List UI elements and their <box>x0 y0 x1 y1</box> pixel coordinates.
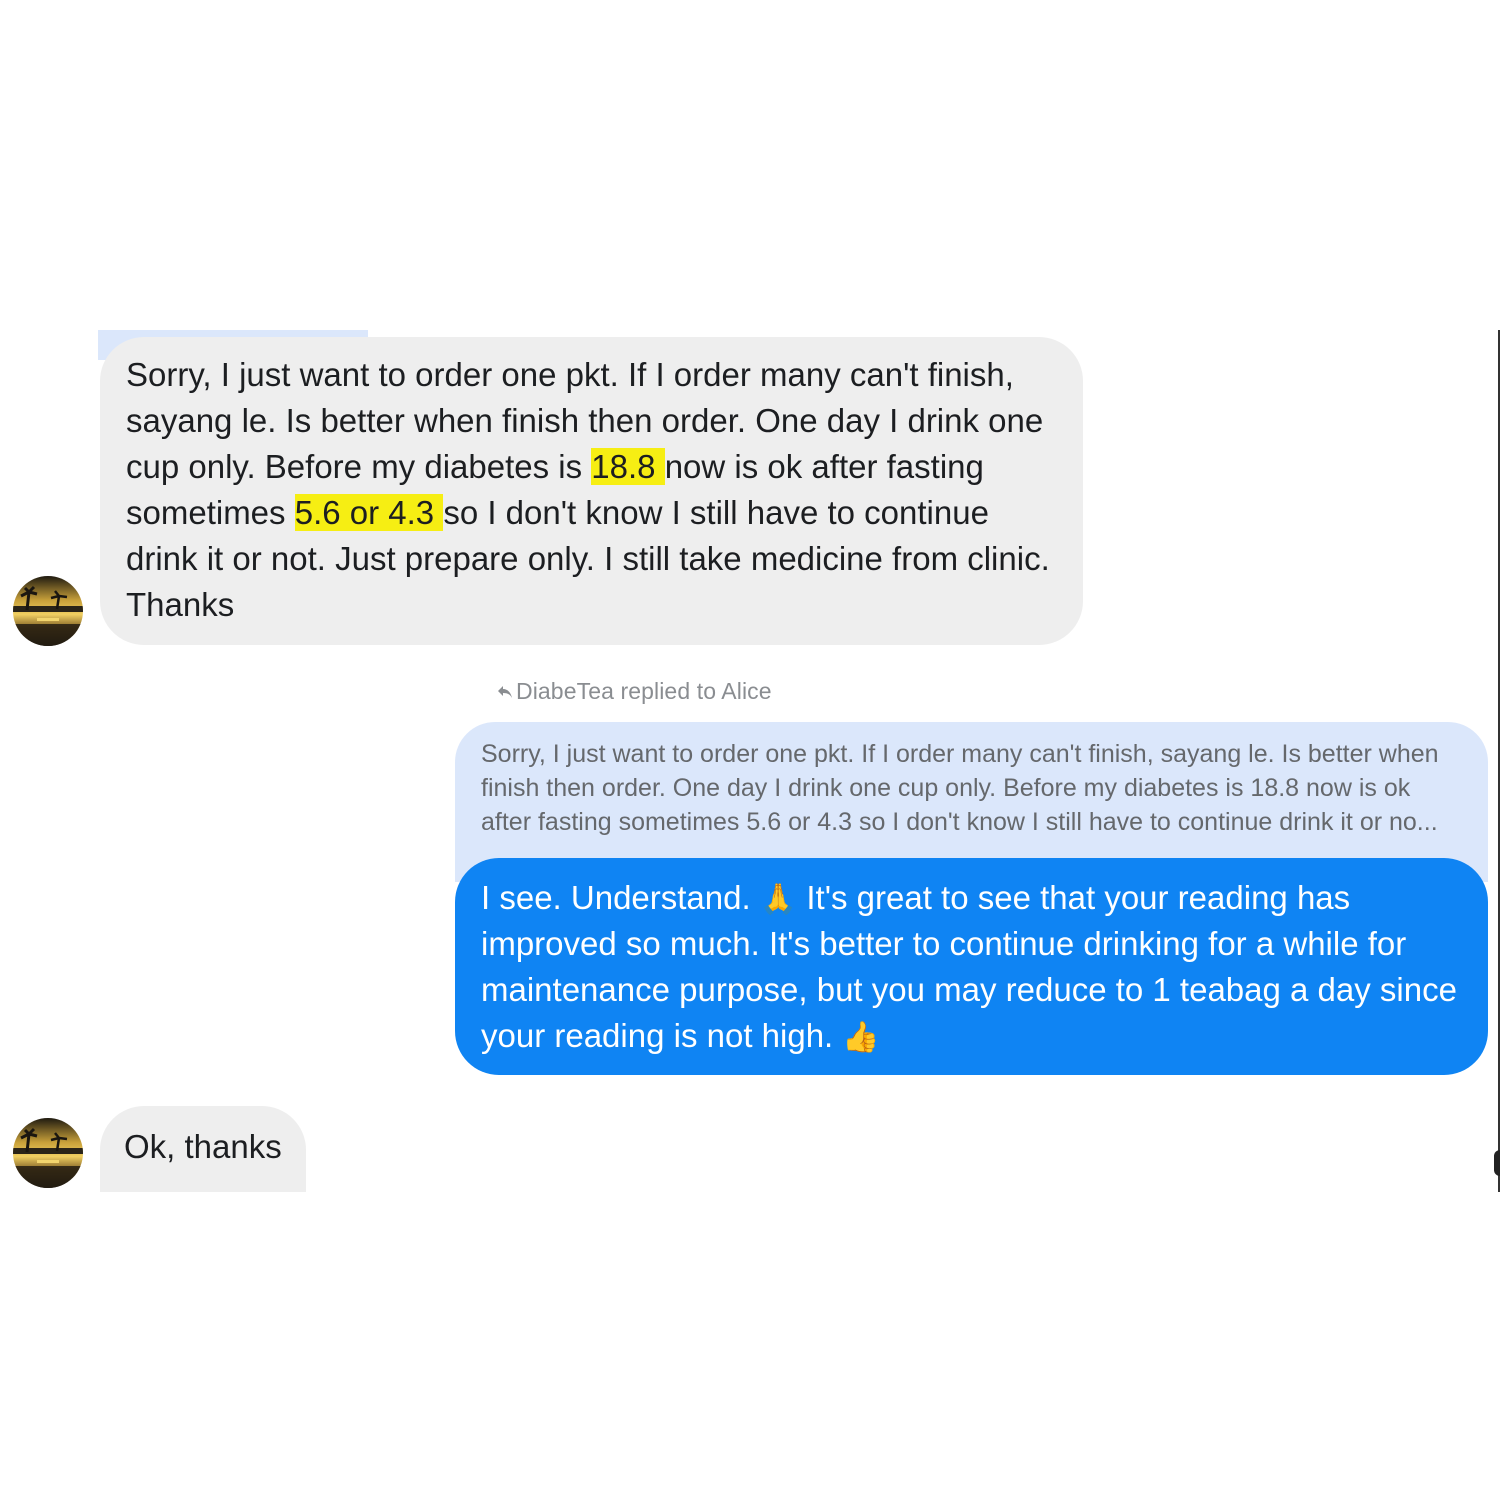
avatar[interactable] <box>13 1118 83 1188</box>
folded-hands-icon: 🙏 <box>759 882 798 917</box>
highlighted-reading-fasting: 5.6 or 4.3 <box>294 494 444 531</box>
message-text: Ok, thanks <box>124 1128 282 1165</box>
avatar[interactable] <box>13 576 83 646</box>
incoming-message-bubble[interactable]: Sorry, I just want to order one pkt. If … <box>100 337 1083 645</box>
reply-indicator: DiabeTea replied to Alice <box>497 678 772 705</box>
sunset-palm-avatar-icon <box>13 1118 83 1188</box>
highlighted-reading-18-8: 18.8 <box>591 448 665 485</box>
outgoing-message-bubble[interactable]: I see. Understand. 🙏 It's great to see t… <box>455 858 1488 1075</box>
scroll-handle[interactable] <box>1494 1150 1500 1176</box>
reply-label-text: DiabeTea replied to Alice <box>516 678 772 704</box>
thumbs-up-icon: 👍 <box>842 1020 880 1055</box>
sunset-palm-avatar-icon <box>13 576 83 646</box>
incoming-message-bubble[interactable]: Ok, thanks <box>100 1106 306 1192</box>
chat-thread: Sorry, I just want to order one pkt. If … <box>0 330 1500 1192</box>
message-text: I see. Understand. <box>481 879 760 916</box>
reply-arrow-icon <box>497 678 513 705</box>
quoted-message-text: Sorry, I just want to order one pkt. If … <box>481 740 1439 836</box>
